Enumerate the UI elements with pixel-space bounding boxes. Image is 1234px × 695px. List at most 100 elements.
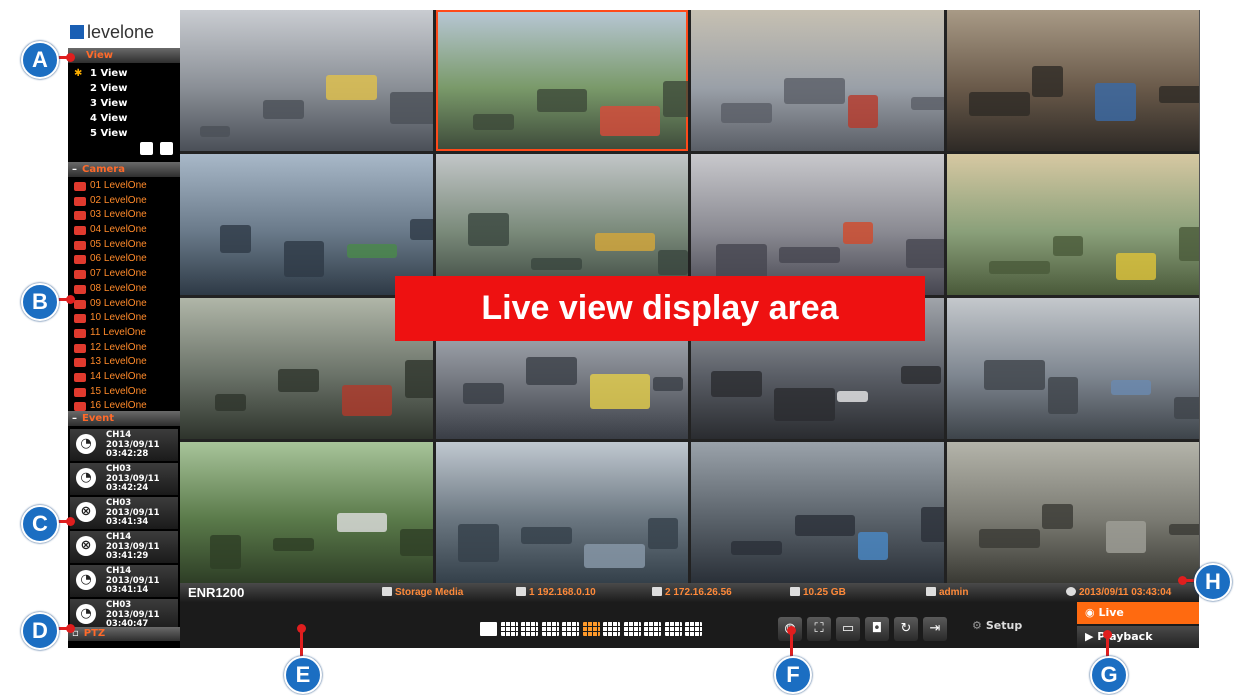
event-item[interactable]: ◔ CH03 2013/09/11 03:42:24 xyxy=(70,463,178,497)
ptz-section-header[interactable]: ▫ PTZ xyxy=(68,627,180,641)
camera-feed-14[interactable] xyxy=(435,442,688,583)
camera-item-7[interactable]: 07 LevelOne xyxy=(68,267,180,282)
edit-view-icon[interactable] xyxy=(140,142,153,155)
camera-item-1[interactable]: 01 LevelOne xyxy=(68,179,180,194)
snapshot-icon[interactable]: ◘ xyxy=(865,617,889,641)
camera-feed-15[interactable] xyxy=(691,442,944,583)
scene-shape xyxy=(657,249,688,276)
scene-shape xyxy=(1168,523,1199,536)
camera-item-6[interactable]: 06 LevelOne xyxy=(68,252,180,267)
event-item[interactable]: ⊗ CH03 2013/09/11 03:41:34 xyxy=(70,497,178,531)
scene-shape xyxy=(215,393,246,411)
event-text: CH14 2013/09/11 03:41:29 xyxy=(106,532,160,562)
camera-feed-1[interactable] xyxy=(180,10,433,151)
camera-feed-8[interactable] xyxy=(946,154,1199,295)
layout-1+7-button[interactable] xyxy=(623,622,641,636)
event-text: CH03 2013/09/11 03:41:34 xyxy=(106,498,160,528)
scene-shape xyxy=(847,94,878,129)
camera-feed-3[interactable] xyxy=(691,10,944,151)
play-icon: ▶ xyxy=(1085,630,1098,643)
monitor-icon xyxy=(516,587,526,596)
view-item-5[interactable]: 5 View xyxy=(68,126,180,141)
playback-button[interactable]: ▶ Playback xyxy=(1077,626,1199,648)
camera-item-2[interactable]: 02 LevelOne xyxy=(68,194,180,209)
camera-list: 01 LevelOne 02 LevelOne 03 LevelOne 04 Leve… xyxy=(68,179,180,414)
camera-section-header[interactable]: – Camera xyxy=(68,162,180,177)
refresh-icon[interactable]: ↻ xyxy=(894,617,918,641)
event-item[interactable]: ◔ CH14 2013/09/11 03:41:14 xyxy=(70,565,178,599)
camera-item-11[interactable]: 11 LevelOne xyxy=(68,326,180,341)
camera-item-4[interactable]: 04 LevelOne xyxy=(68,223,180,238)
camera-label: 16 LevelOne xyxy=(90,400,147,412)
camera-icon xyxy=(74,372,86,382)
layout-1+9-button[interactable] xyxy=(685,622,702,636)
layout-2x3-button[interactable] xyxy=(541,622,559,636)
event-text: CH14 2013/09/11 03:41:14 xyxy=(106,566,160,596)
camera-feed-5[interactable] xyxy=(180,154,433,295)
logout-icon[interactable]: ⇥ xyxy=(923,617,947,641)
status-bar: ENR1200 Storage Media 1 192.168.0.10 2 1… xyxy=(180,583,1199,602)
setup-button[interactable]: ⚙ Setup xyxy=(972,619,1022,632)
camera-item-14[interactable]: 14 LevelOne xyxy=(68,370,180,385)
lan2-label: 2 172.16.26.56 xyxy=(665,587,732,598)
clock-icon xyxy=(1066,587,1076,596)
event-item[interactable]: ⊗ CH14 2013/09/11 03:41:29 xyxy=(70,531,178,565)
scene-shape xyxy=(1105,520,1146,554)
motion-icon: ◔ xyxy=(76,570,96,590)
scene-shape xyxy=(200,125,231,137)
camera-item-3[interactable]: 03 LevelOne xyxy=(68,208,180,223)
scene-shape xyxy=(1047,376,1078,414)
layout-4x4-button[interactable] xyxy=(582,622,600,636)
layout-2+8-button[interactable] xyxy=(664,622,682,636)
live-button[interactable]: ◉ Live xyxy=(1077,602,1199,624)
delete-view-icon[interactable] xyxy=(160,142,173,155)
view-item-3[interactable]: 3 View xyxy=(68,96,180,111)
view-item-4[interactable]: 4 View xyxy=(68,111,180,126)
fullscreen-icon[interactable]: ⛶ xyxy=(807,617,831,641)
user-label: admin xyxy=(939,587,969,598)
layout-1+12-button[interactable] xyxy=(644,622,661,636)
camera-label: 01 LevelOne xyxy=(90,180,147,191)
view-section-header[interactable]: View xyxy=(68,48,180,63)
monitor-icon xyxy=(652,587,662,596)
layout-1x2-button[interactable] xyxy=(500,622,518,636)
scene-shape xyxy=(1110,379,1152,396)
camera-feed-6[interactable] xyxy=(435,154,688,295)
camera-feed-7[interactable] xyxy=(691,154,944,295)
view-item-2[interactable]: 2 View xyxy=(68,81,180,96)
scene-shape xyxy=(404,360,433,399)
event-text: CH14 2013/09/11 03:42:28 xyxy=(106,430,160,460)
scene-shape xyxy=(984,360,1045,390)
motion-icon: ◔ xyxy=(76,604,96,624)
lan1-status: 1 192.168.0.10 xyxy=(516,583,596,602)
camera-label: 07 LevelOne xyxy=(90,268,147,280)
event-item[interactable]: ◔ CH14 2013/09/11 03:42:28 xyxy=(70,429,178,463)
camera-item-9[interactable]: 09 LevelOne xyxy=(68,297,180,312)
camera-icon xyxy=(74,211,86,221)
camera-icon xyxy=(74,299,86,309)
camera-item-12[interactable]: 12 LevelOne xyxy=(68,341,180,356)
event-section-header[interactable]: – Event xyxy=(68,411,180,426)
monitor-icon[interactable]: ▭ xyxy=(836,617,860,641)
camera-feed-2[interactable] xyxy=(435,10,688,151)
layout-3x3-button[interactable] xyxy=(562,622,579,636)
eye-icon: ◉ xyxy=(1085,606,1099,619)
camera-item-8[interactable]: 08 LevelOne xyxy=(68,282,180,297)
view-item-1[interactable]: ✱ 1 View xyxy=(68,66,180,81)
camera-item-15[interactable]: 15 LevelOne xyxy=(68,385,180,400)
camera-item-5[interactable]: 05 LevelOne xyxy=(68,238,180,253)
camera-feed-4[interactable] xyxy=(946,10,1199,151)
camera-feed-13[interactable] xyxy=(180,442,433,583)
layout-1x1-button[interactable] xyxy=(480,622,497,636)
camera-feed-12[interactable] xyxy=(946,298,1199,439)
layout-2x2-button[interactable] xyxy=(521,622,538,636)
layout-1+5-button[interactable] xyxy=(603,622,620,636)
scene-shape xyxy=(837,391,868,403)
view-label: 2 View xyxy=(90,83,128,94)
camera-item-13[interactable]: 13 LevelOne xyxy=(68,355,180,370)
camera-feed-16[interactable] xyxy=(946,442,1199,583)
camera-item-10[interactable]: 10 LevelOne xyxy=(68,311,180,326)
event-text: CH03 2013/09/11 03:42:24 xyxy=(106,464,160,494)
scene-shape xyxy=(210,535,241,569)
view-header-label: View xyxy=(86,50,114,61)
